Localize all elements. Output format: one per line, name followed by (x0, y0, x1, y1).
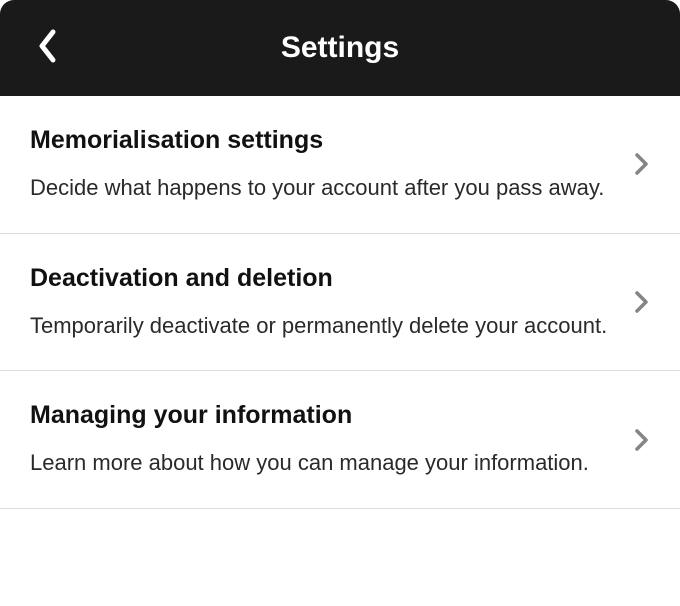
settings-item-memorialisation[interactable]: Memorialisation settings Decide what hap… (0, 96, 680, 234)
settings-item-managing-info[interactable]: Managing your information Learn more abo… (0, 371, 680, 509)
item-description: Learn more about how you can manage your… (30, 448, 610, 478)
settings-item-deactivation[interactable]: Deactivation and deletion Temporarily de… (0, 234, 680, 372)
chevron-right-icon (634, 428, 650, 452)
page-title: Settings (0, 31, 680, 65)
item-title: Managing your information (30, 401, 610, 430)
item-title: Memorialisation settings (30, 126, 610, 155)
chevron-right-icon (634, 290, 650, 314)
item-title: Deactivation and deletion (30, 264, 610, 293)
item-description: Decide what happens to your account afte… (30, 173, 610, 203)
item-description: Temporarily deactivate or permanently de… (30, 311, 610, 341)
back-button[interactable] (28, 28, 68, 68)
list-item-content: Managing your information Learn more abo… (30, 401, 626, 478)
header-bar: Settings (0, 0, 680, 96)
list-item-content: Memorialisation settings Decide what hap… (30, 126, 626, 203)
chevron-left-icon (38, 29, 58, 68)
list-item-content: Deactivation and deletion Temporarily de… (30, 264, 626, 341)
chevron-right-icon (634, 152, 650, 176)
settings-list: Memorialisation settings Decide what hap… (0, 96, 680, 509)
